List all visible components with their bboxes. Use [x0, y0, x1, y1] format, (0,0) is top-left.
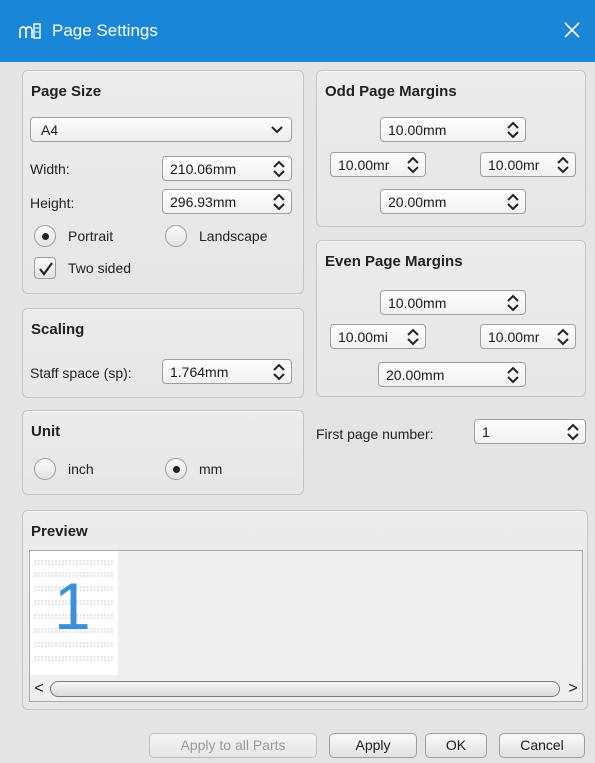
preview-page-number: 1: [54, 569, 91, 643]
page-size-group: Page Size: [22, 70, 304, 294]
landscape-radio[interactable]: [165, 225, 187, 247]
width-label: Width:: [30, 161, 70, 177]
spin-arrows-icon[interactable]: [566, 423, 580, 441]
odd-left-margin-spinbox[interactable]: 10.00mr: [330, 152, 426, 177]
inch-label[interactable]: inch: [68, 461, 94, 477]
first-page-label: First page number:: [316, 426, 434, 442]
width-spinbox[interactable]: 210.06mm: [162, 156, 292, 181]
page-size-title: Page Size: [31, 83, 102, 100]
even-left-margin-spinbox[interactable]: 10.00mi: [330, 324, 426, 349]
spin-arrows-icon[interactable]: [506, 193, 520, 211]
scrollbar-thumb[interactable]: [50, 681, 560, 697]
spin-arrows-icon[interactable]: [272, 193, 286, 211]
spin-arrows-icon[interactable]: [506, 121, 520, 139]
staff-space-label: Staff space (sp):: [30, 365, 132, 381]
odd-top-margin-value: 10.00mm: [388, 122, 447, 138]
title-bar: Page Settings: [0, 0, 595, 62]
spin-arrows-icon[interactable]: [406, 328, 420, 346]
spin-arrows-icon[interactable]: [556, 328, 570, 346]
odd-top-margin-spinbox[interactable]: 10.00mm: [380, 117, 526, 142]
mm-radio[interactable]: [165, 458, 187, 480]
cancel-button[interactable]: Cancel: [499, 733, 585, 758]
preview-page: 1: [30, 551, 118, 675]
height-label: Height:: [30, 195, 75, 211]
spin-arrows-icon[interactable]: [506, 366, 520, 384]
odd-right-margin-value: 10.00mr: [488, 157, 540, 173]
unit-title: Unit: [31, 423, 61, 440]
even-bottom-margin-spinbox[interactable]: 20.00mm: [378, 362, 526, 387]
scaling-group: Scaling: [22, 308, 304, 398]
apply-to-all-parts-button[interactable]: Apply to all Parts: [149, 733, 317, 758]
height-value: 296.93mm: [170, 194, 237, 210]
even-right-margin-value: 10.00mr: [488, 329, 540, 345]
first-page-spinbox[interactable]: 1: [474, 419, 586, 444]
height-spinbox[interactable]: 296.93mm: [162, 189, 292, 214]
window-title: Page Settings: [52, 21, 158, 40]
ok-button[interactable]: OK: [425, 733, 487, 758]
spin-arrows-icon[interactable]: [272, 160, 286, 178]
apply-button[interactable]: Apply: [329, 733, 417, 758]
scroll-left-icon[interactable]: <: [30, 677, 48, 701]
spin-arrows-icon[interactable]: [506, 294, 520, 312]
musescore-app-icon: [19, 23, 41, 39]
odd-left-margin-value: 10.00mr: [338, 157, 390, 173]
mm-label[interactable]: mm: [199, 461, 222, 477]
spin-arrows-icon[interactable]: [272, 363, 286, 381]
even-top-margin-spinbox[interactable]: 10.00mm: [380, 290, 526, 315]
inch-radio[interactable]: [34, 458, 56, 480]
width-value: 210.06mm: [170, 161, 237, 177]
even-left-margin-value: 10.00mi: [338, 329, 388, 345]
scroll-right-icon[interactable]: >: [564, 677, 582, 701]
spin-arrows-icon[interactable]: [406, 156, 420, 174]
first-page-value: 1: [482, 424, 490, 440]
preview-horizontal-scrollbar[interactable]: < >: [30, 677, 582, 701]
two-sided-label[interactable]: Two sided: [68, 260, 131, 276]
close-icon: [564, 22, 580, 38]
unit-group: Unit: [22, 410, 304, 495]
preview-title: Preview: [31, 523, 88, 540]
chevron-down-icon: [271, 126, 283, 134]
portrait-label[interactable]: Portrait: [68, 228, 113, 244]
odd-bottom-margin-value: 20.00mm: [388, 194, 447, 210]
close-button[interactable]: [559, 18, 585, 44]
even-top-margin-value: 10.00mm: [388, 295, 447, 311]
odd-margins-title: Odd Page Margins: [325, 83, 457, 100]
paper-size-value: A4: [41, 122, 59, 138]
scaling-title: Scaling: [31, 321, 85, 338]
odd-right-margin-spinbox[interactable]: 10.00mr: [480, 152, 576, 177]
two-sided-checkbox[interactable]: [34, 257, 56, 279]
odd-bottom-margin-spinbox[interactable]: 20.00mm: [380, 189, 526, 214]
page-settings-window: Page Settings Page Size A4 Width: 210.06…: [0, 0, 595, 763]
portrait-radio[interactable]: [34, 225, 56, 247]
landscape-label[interactable]: Landscape: [199, 228, 268, 244]
staff-space-value: 1.764mm: [170, 364, 229, 380]
even-margins-title: Even Page Margins: [325, 253, 463, 270]
checkmark-icon: [39, 262, 53, 276]
spin-arrows-icon[interactable]: [556, 156, 570, 174]
even-right-margin-spinbox[interactable]: 10.00mr: [480, 324, 576, 349]
even-bottom-margin-value: 20.00mm: [386, 367, 445, 383]
staff-space-spinbox[interactable]: 1.764mm: [162, 359, 292, 384]
paper-size-select[interactable]: A4: [30, 117, 292, 142]
